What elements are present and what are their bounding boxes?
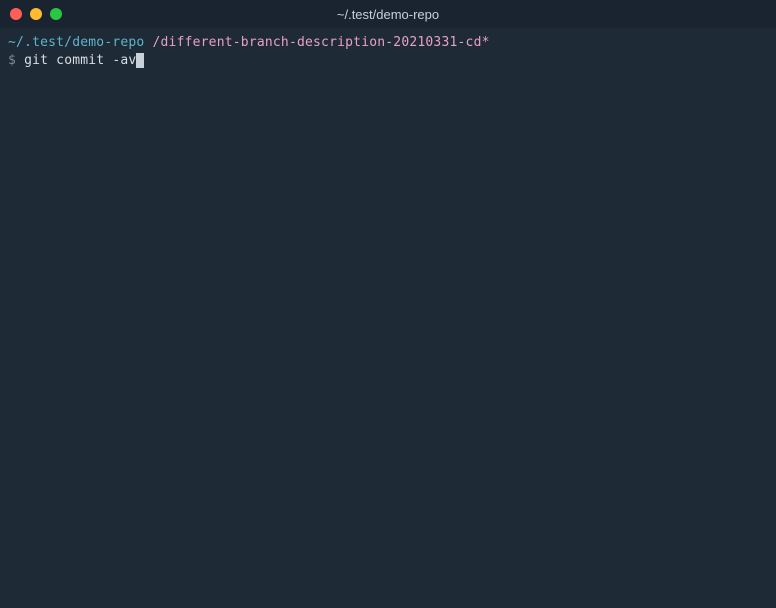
cursor-icon: [136, 53, 144, 68]
prompt-symbol: $: [8, 53, 16, 68]
window-title: ~/.test/demo-repo: [0, 7, 776, 22]
traffic-lights: [10, 8, 62, 20]
prompt-branch: /different-branch-description-20210331-c…: [153, 35, 490, 50]
minimize-icon[interactable]: [30, 8, 42, 20]
terminal-body[interactable]: ~/.test/demo-repo /different-branch-desc…: [0, 28, 776, 608]
prompt-line: ~/.test/demo-repo /different-branch-desc…: [8, 34, 768, 52]
prompt-path: ~/.test/demo-repo: [8, 35, 144, 50]
command-input[interactable]: git commit -av: [24, 53, 136, 68]
command-line[interactable]: $ git commit -av: [8, 52, 768, 70]
close-icon[interactable]: [10, 8, 22, 20]
maximize-icon[interactable]: [50, 8, 62, 20]
window-titlebar: ~/.test/demo-repo: [0, 0, 776, 28]
